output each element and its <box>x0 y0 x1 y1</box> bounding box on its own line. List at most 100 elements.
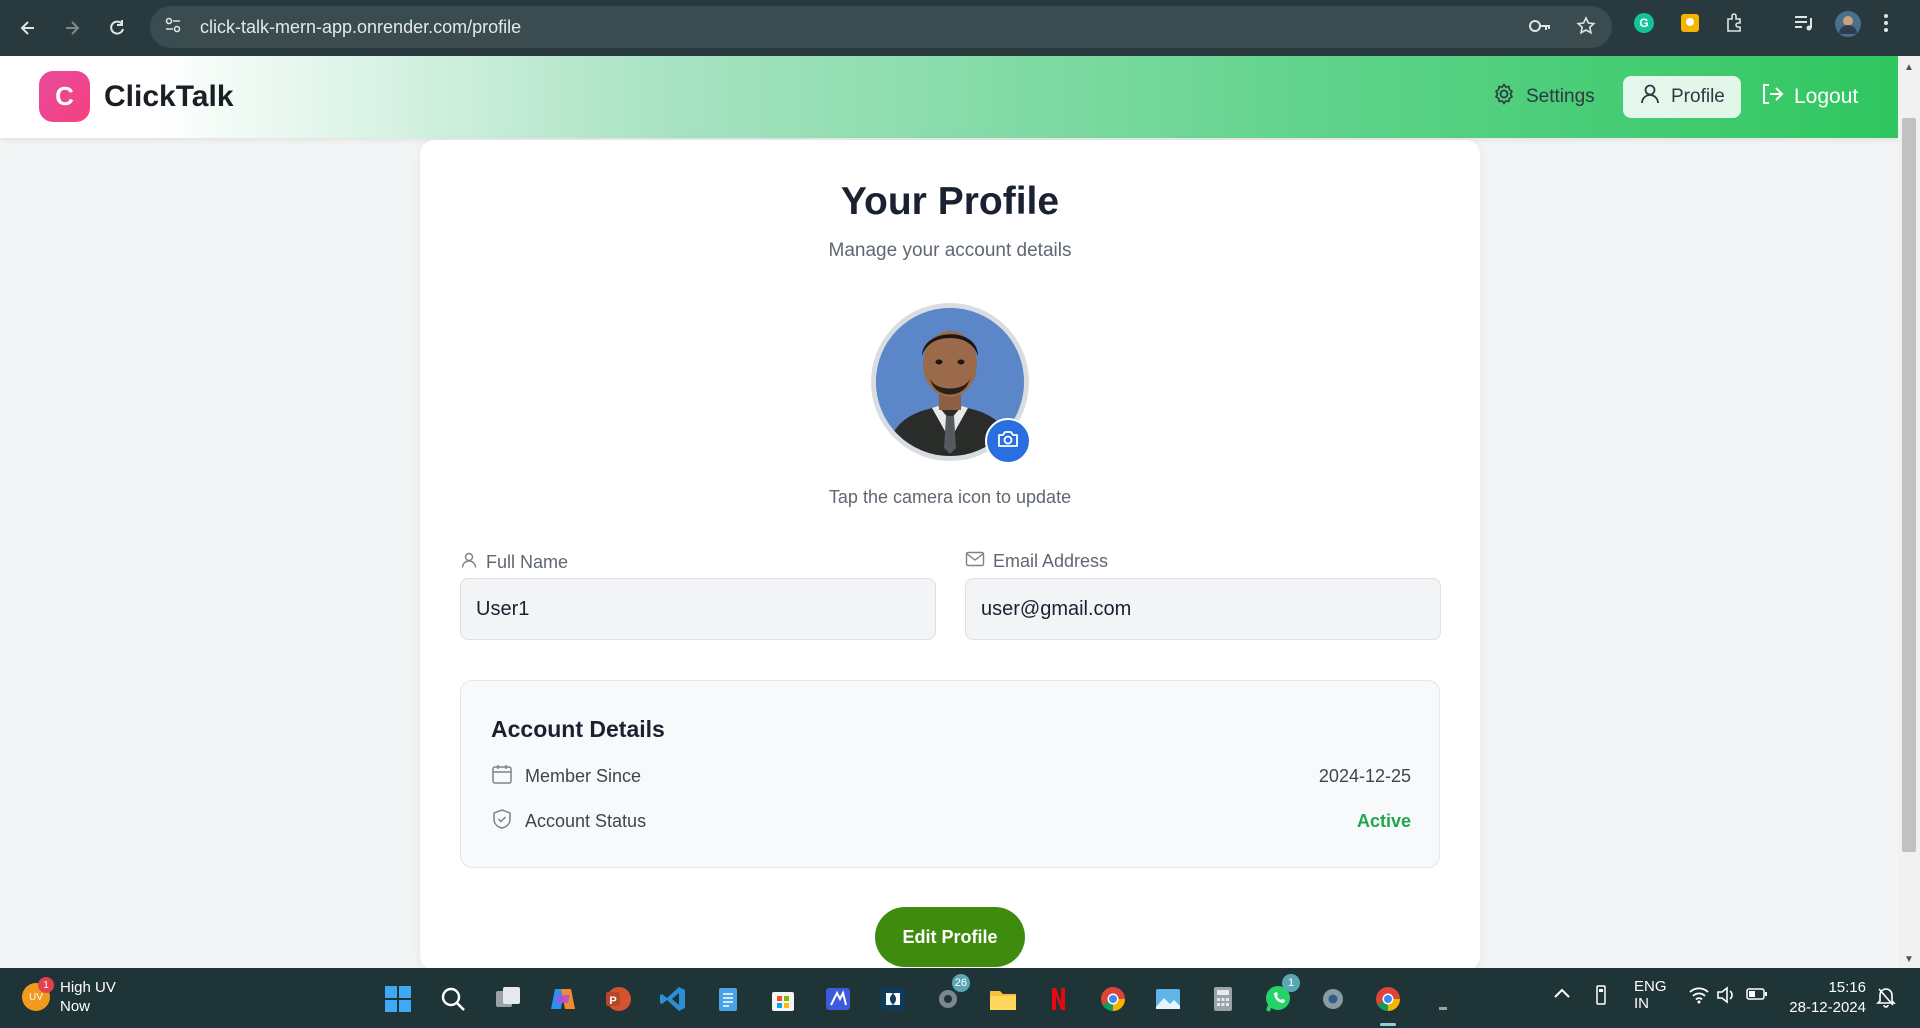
wifi-icon[interactable] <box>1688 986 1710 1008</box>
profile-label: Profile <box>1671 86 1725 107</box>
region-code: IN <box>1634 995 1649 1012</box>
scroll-up-arrow[interactable]: ▲ <box>1904 62 1914 73</box>
url-text[interactable]: click-talk-mern-app.onrender.com/profile <box>200 17 521 38</box>
extensions-puzzle-icon[interactable] <box>1724 12 1746 34</box>
account-details-title: Account Details <box>491 716 665 742</box>
clock-time: 15:16 <box>1828 979 1866 996</box>
browser-menu-icon[interactable] <box>1883 12 1889 34</box>
os-taskbar: UV 1 High UV Now P 26 1 ENG IN 15:16 28-… <box>0 968 1920 1028</box>
bookmark-star-icon[interactable] <box>1576 16 1596 41</box>
profile-button[interactable]: Profile <box>1623 76 1741 118</box>
photos-icon[interactable] <box>1148 980 1188 1018</box>
system-settings-icon[interactable] <box>1313 980 1353 1018</box>
account-details-panel: Account Details Member Since 2024-12-25 … <box>460 680 1440 868</box>
notification-bell-icon[interactable] <box>1876 986 1896 1012</box>
task-view-icon[interactable] <box>488 980 528 1018</box>
calendar-icon <box>491 763 513 790</box>
chrome-active-icon[interactable] <box>1368 980 1408 1026</box>
page-subtitle: Manage your account details <box>828 240 1072 261</box>
email-label-row: Email Address <box>965 551 1108 572</box>
profile-card: Your Profile Manage your account details… <box>420 140 1480 970</box>
logout-icon <box>1760 82 1784 112</box>
app-logo[interactable]: C <box>39 71 90 122</box>
notepad-icon[interactable] <box>708 980 748 1018</box>
email-field[interactable]: user@gmail.com <box>965 578 1441 640</box>
minimized-window-indicator[interactable] <box>1423 980 1463 1018</box>
powerpoint-icon[interactable]: P <box>598 980 638 1018</box>
profile-avatar-icon[interactable] <box>1834 10 1862 38</box>
password-key-icon[interactable] <box>1528 16 1552 41</box>
user-icon <box>460 551 478 574</box>
uv-icon: UV 1 <box>22 977 54 1011</box>
account-status-label: Account Status <box>525 810 647 831</box>
email-label: Email Address <box>993 551 1109 571</box>
settings-label: Settings <box>1526 86 1595 107</box>
member-since-label-group: Member Since <box>491 763 641 790</box>
status-badge: Active <box>1356 810 1411 831</box>
language-indicator[interactable]: ENG IN <box>1634 978 1667 1012</box>
full-name-label: Full Name <box>486 552 569 572</box>
clock-date: 28-12-2024 <box>1789 999 1866 1016</box>
volume-icon[interactable] <box>1716 986 1736 1008</box>
grammarly-extension-icon[interactable]: G <box>1633 12 1655 34</box>
settings-button[interactable]: Settings <box>1476 76 1611 118</box>
mail-icon <box>965 551 985 572</box>
account-status-label-group: Account Status <box>491 808 646 835</box>
member-since-row: Member Since 2024-12-25 <box>491 761 1411 791</box>
chrome-icon[interactable] <box>1093 980 1133 1018</box>
language-code: ENG <box>1634 978 1667 995</box>
dolby-app-icon[interactable] <box>873 980 913 1018</box>
media-control-icon[interactable] <box>1792 12 1814 34</box>
reload-icon[interactable] <box>95 6 139 50</box>
gear-icon <box>1492 82 1516 112</box>
user-icon <box>1639 83 1661 111</box>
app-header: C ClickTalk Settings Profile Logout <box>0 56 1898 138</box>
member-since-label: Member Since <box>525 765 642 786</box>
microsoft-store-icon[interactable] <box>763 980 803 1018</box>
app-notification-badge: 26 <box>951 974 970 992</box>
camera-hint: Tap the camera icon to update <box>828 487 1072 507</box>
weather-title: High UV <box>60 979 116 996</box>
netflix-icon[interactable] <box>1038 980 1078 1018</box>
svg-text:P: P <box>609 995 616 1007</box>
account-status-row: Account Status Active <box>491 806 1411 836</box>
site-info-icon[interactable] <box>164 16 182 39</box>
svg-text:G: G <box>1639 16 1648 30</box>
logout-label: Logout <box>1794 85 1859 108</box>
browser-toolbar: click-talk-mern-app.onrender.com/profile… <box>0 0 1920 56</box>
editor-app-icon[interactable] <box>818 980 858 1018</box>
system-clock[interactable]: 15:16 28-12-2024 <box>1789 978 1866 1018</box>
battery-icon[interactable] <box>1746 987 1768 1005</box>
edit-profile-button[interactable]: Edit Profile <box>875 907 1025 967</box>
weather-notification-badge: 1 <box>38 977 54 993</box>
search-icon[interactable] <box>433 980 473 1018</box>
file-explorer-icon[interactable] <box>983 980 1023 1018</box>
logout-button[interactable]: Logout <box>1744 76 1874 118</box>
whatsapp-notification-badge: 1 <box>1282 974 1300 992</box>
back-icon[interactable] <box>6 6 50 50</box>
uv-icon-text: UV <box>29 991 43 1003</box>
keep-extension-icon[interactable] <box>1679 12 1701 34</box>
camera-icon <box>997 429 1019 454</box>
shield-check-icon <box>491 808 513 835</box>
weather-widget[interactable]: UV 1 High UV Now <box>22 977 116 1016</box>
full-name-field[interactable]: User1 <box>460 578 936 640</box>
usb-device-icon[interactable] <box>1594 984 1608 1010</box>
forward-icon[interactable] <box>50 6 94 50</box>
address-bar[interactable]: click-talk-mern-app.onrender.com/profile <box>150 6 1612 48</box>
member-since-value: 2024-12-25 <box>1318 765 1411 786</box>
calculator-icon[interactable] <box>1203 980 1243 1018</box>
start-menu-icon[interactable] <box>378 980 418 1018</box>
vscode-icon[interactable] <box>653 980 693 1018</box>
show-hidden-icons-chevron-icon[interactable] <box>1553 986 1571 1003</box>
full-name-label-row: Full Name <box>460 551 568 574</box>
page-title: Your Profile <box>840 180 1060 223</box>
copilot-icon[interactable] <box>543 980 583 1018</box>
whatsapp-icon[interactable]: 1 <box>1258 974 1300 1018</box>
scrollbar-thumb[interactable] <box>1902 118 1916 852</box>
settings-gear-app-icon[interactable]: 26 <box>928 974 970 1018</box>
change-photo-button[interactable] <box>985 418 1031 464</box>
brand-name[interactable]: ClickTalk <box>104 80 234 114</box>
weather-time: Now <box>60 998 91 1015</box>
scroll-down-arrow[interactable]: ▼ <box>1904 954 1914 965</box>
